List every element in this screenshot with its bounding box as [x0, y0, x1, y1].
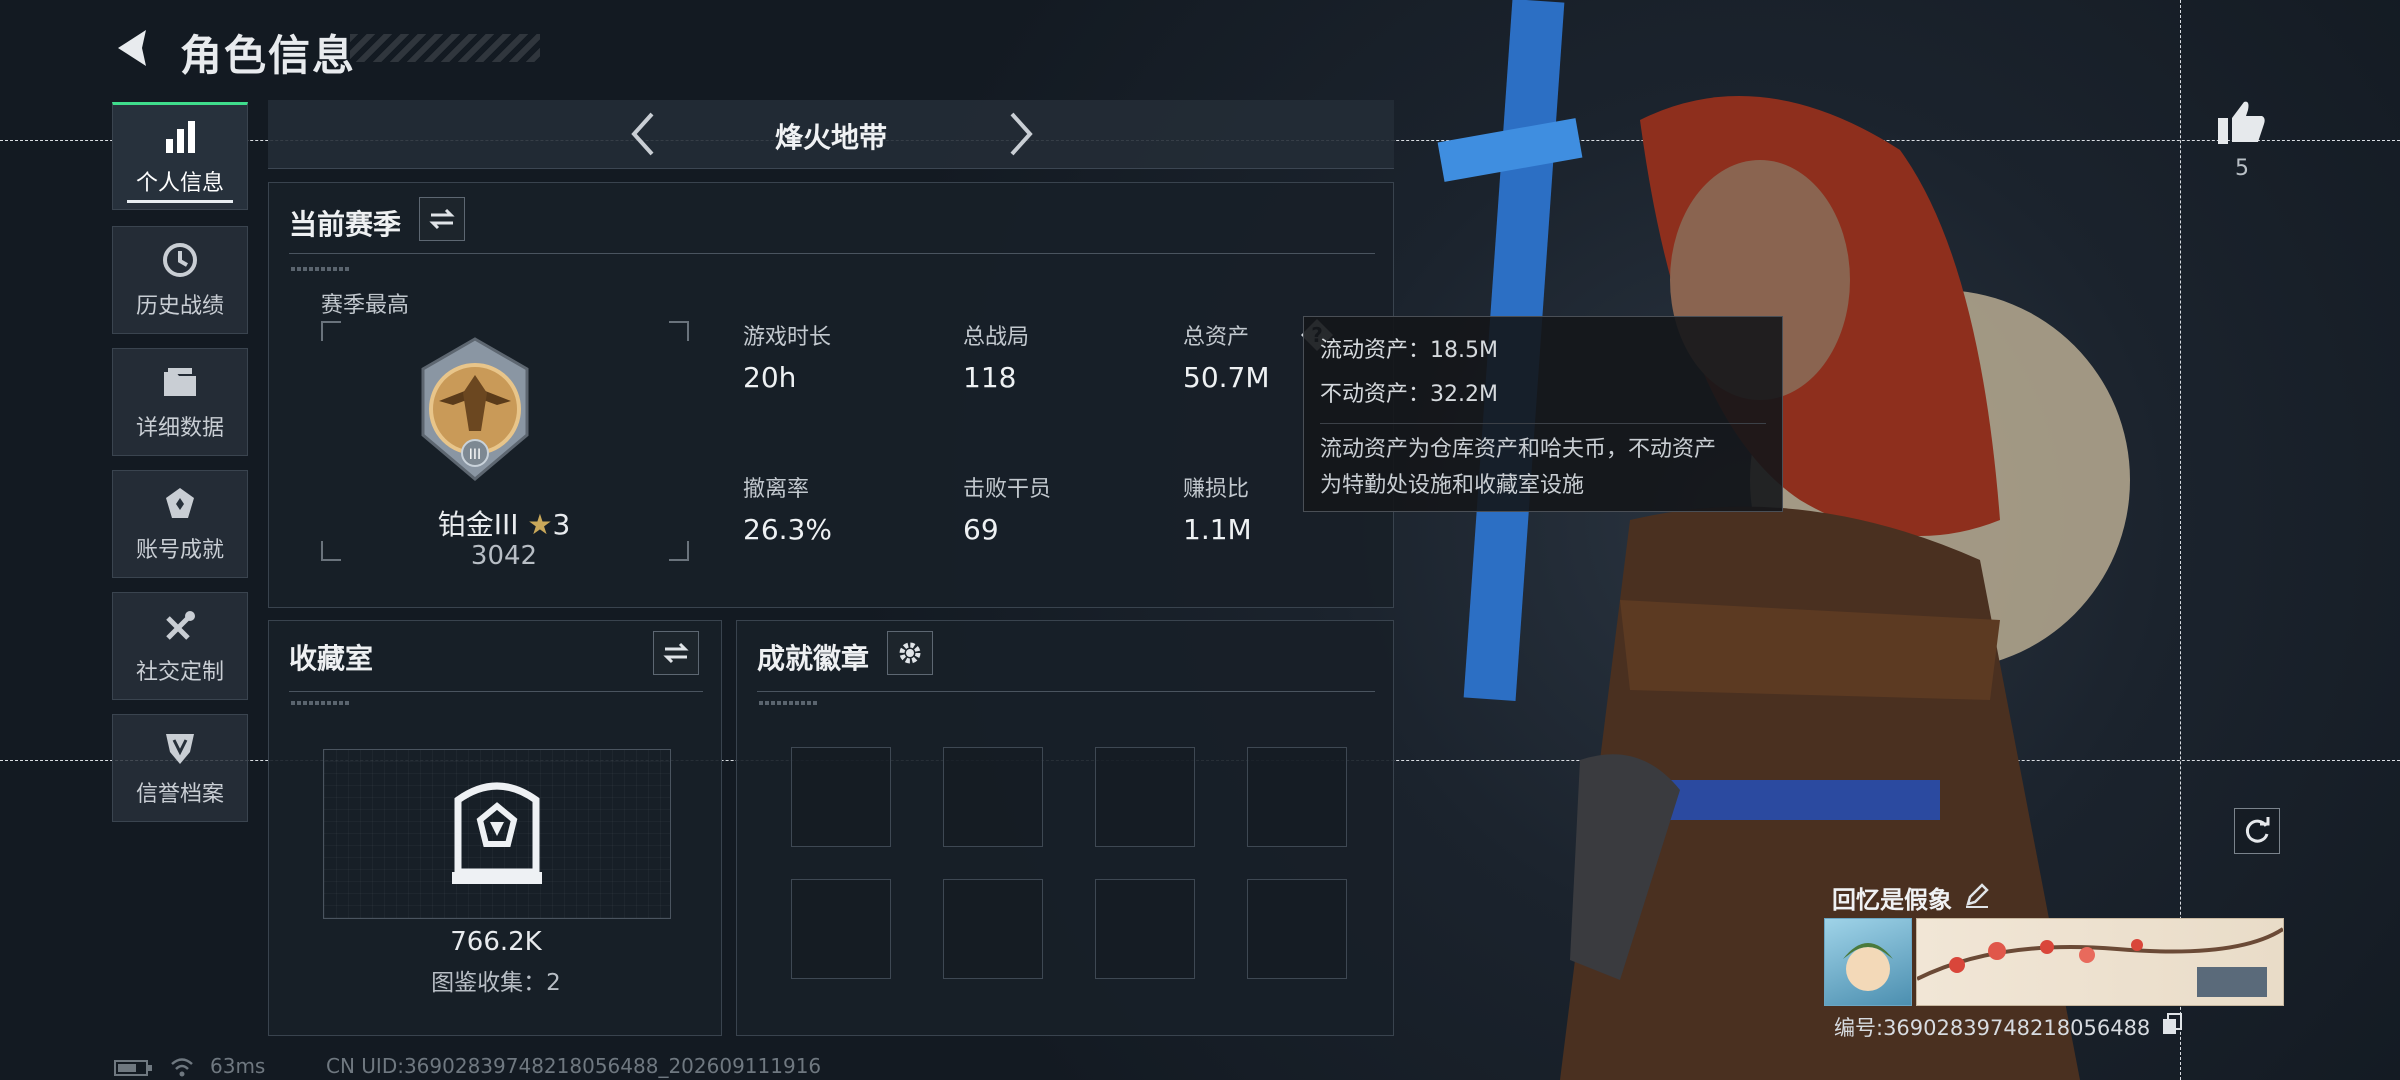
edit-pencil-icon[interactable]	[1964, 882, 1990, 908]
nav-label: 账号成就	[135, 538, 224, 563]
mode-tab-bar: 烽火地带	[268, 100, 1394, 169]
collection-panel: 收藏室 766.2K 图鉴收集：2	[268, 620, 722, 1036]
avatar-illustration-icon	[1843, 943, 1893, 991]
gear-icon	[899, 642, 921, 664]
badge-slot[interactable]	[1095, 879, 1195, 979]
nav-item-personal-info[interactable]: 个人信息	[112, 102, 248, 210]
next-mode-button[interactable]	[1000, 110, 1040, 158]
badge-slot[interactable]	[1095, 747, 1195, 847]
nav-item-detailed-data[interactable]: 详细数据	[112, 348, 248, 456]
switch-collection-button[interactable]	[653, 631, 699, 675]
assets-description-line: 为特勤处设施和收藏室设施	[1320, 473, 1585, 498]
collection-title: 收藏室	[289, 642, 374, 675]
achievement-badges-panel: 成就徽章	[736, 620, 1394, 1036]
page-title: 角色信息	[180, 31, 357, 80]
nav-label: 历史战绩	[135, 294, 224, 319]
plum-blossom-banner-icon	[1917, 927, 2283, 997]
nav-item-social-custom[interactable]: 社交定制	[112, 592, 248, 700]
player-id: 编号:3690283974821805648​8	[1834, 1016, 2151, 1040]
stat-value: 118	[963, 361, 1017, 394]
rank-badge-icon: III	[421, 337, 529, 481]
badge-slot[interactable]	[1247, 747, 1347, 847]
nav-item-achievements[interactable]: 账号成就	[112, 470, 248, 578]
stat-label: 撤离率	[743, 477, 810, 502]
rank-line: 铂金III ★3	[321, 503, 687, 543]
ping: 63ms	[210, 1054, 266, 1078]
frame-corner	[321, 321, 341, 341]
achievement-icon	[166, 488, 194, 518]
season-best-label: 赛季最高	[321, 293, 410, 318]
rank-score: 3042	[470, 541, 538, 571]
stat-value: 50.7M	[1183, 361, 1270, 394]
refresh-icon	[2245, 817, 2270, 843]
battery-icon	[114, 1060, 152, 1076]
player-name: 回忆是假象	[1832, 886, 1952, 914]
tools-icon	[166, 611, 195, 640]
stat-label: 总战局	[963, 325, 1030, 350]
wifi-icon	[171, 1058, 193, 1077]
divider	[289, 253, 1375, 254]
decor-dots	[291, 701, 351, 705]
badge-slot[interactable]	[791, 879, 891, 979]
divider	[757, 691, 1375, 692]
badges-title: 成就徽章	[757, 642, 870, 675]
profile-banner[interactable]	[1916, 918, 2284, 1006]
shield-badge-icon	[166, 734, 194, 764]
display-case-icon	[452, 782, 542, 884]
rotate-view-button[interactable]	[2234, 808, 2280, 854]
title-decoration	[350, 34, 540, 62]
badge-slot[interactable]	[943, 879, 1043, 979]
swap-icon	[429, 208, 455, 230]
avatar[interactable]	[1824, 918, 1912, 1006]
swap-icon	[663, 642, 689, 664]
back-button[interactable]	[112, 26, 152, 70]
assets-description: 流动资产为仓库资产和哈夫币，不动资产 为特勤处设施和收藏室设施	[1320, 423, 1766, 504]
bar-chart-icon	[166, 121, 195, 153]
liquid-assets: 流动资产：18.5M	[1320, 338, 1498, 363]
rank-badge-numeral: III	[469, 447, 481, 463]
stat-value: 20h	[743, 361, 797, 394]
star-icon: ★	[527, 508, 553, 541]
season-title: 当前赛季	[289, 208, 402, 241]
badge-slot[interactable]	[1247, 879, 1347, 979]
uid: CN UID:36902839748218056488_202609111916	[326, 1054, 822, 1078]
decor-dots	[291, 267, 351, 271]
nav-label: 社交定制	[135, 660, 224, 685]
rank-name: 铂金III	[437, 508, 519, 541]
stat-value: 26.3%	[743, 513, 832, 546]
nav-item-reputation[interactable]: 信誉档案	[112, 714, 248, 822]
fixed-assets: 不动资产：32.2M	[1320, 382, 1498, 407]
folder-icon	[164, 368, 196, 396]
like-count: 5	[2235, 156, 2249, 181]
nav-label: 详细数据	[135, 416, 224, 441]
stat-label: 赚损比	[1183, 477, 1250, 502]
thumbs-up-icon[interactable]	[2216, 98, 2268, 146]
badge-settings-button[interactable]	[887, 631, 933, 675]
catalog-count: 图鉴收集：2	[431, 970, 561, 996]
current-season-panel: 当前赛季 赛季最高 III 铂金III ★3 3042 游戏时长 20h 总战局…	[268, 182, 1394, 608]
rank-stars: 3	[552, 508, 571, 541]
mode-title: 烽火地带	[774, 121, 887, 154]
nav-item-history[interactable]: 历史战绩	[112, 226, 248, 334]
assets-description-line: 流动资产为仓库资产和哈夫币，不动资产	[1320, 437, 1717, 462]
collection-value: 766.2K	[450, 927, 542, 957]
copy-icon[interactable]	[2160, 1012, 2184, 1036]
stat-label: 击败干员	[963, 477, 1052, 502]
stat-value: 69	[963, 513, 999, 546]
nav-label: 信誉档案	[135, 782, 224, 807]
switch-season-button[interactable]	[419, 197, 465, 241]
stat-value: 1.1M	[1183, 513, 1252, 546]
decor-dots	[759, 701, 819, 705]
frame-corner	[669, 321, 689, 341]
badge-slot[interactable]	[943, 747, 1043, 847]
divider	[289, 691, 703, 692]
collection-preview[interactable]	[323, 749, 671, 919]
stat-label: 游戏时长	[743, 325, 832, 350]
stat-label: 总资产	[1183, 325, 1250, 350]
assets-tooltip: 流动资产：18.5M 不动资产：32.2M 流动资产为仓库资产和哈夫币，不动资产…	[1303, 316, 1783, 512]
badge-slot[interactable]	[791, 747, 891, 847]
history-clock-icon	[163, 243, 197, 277]
nav-label: 个人信息	[135, 171, 224, 196]
